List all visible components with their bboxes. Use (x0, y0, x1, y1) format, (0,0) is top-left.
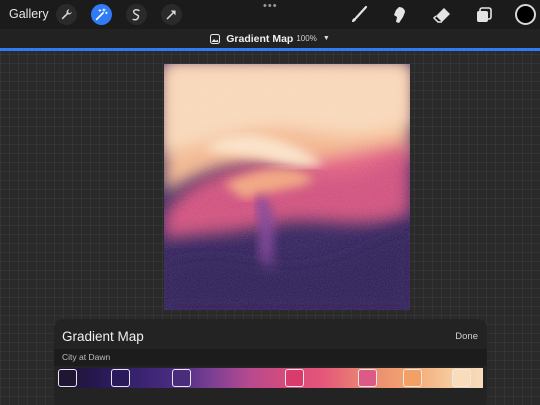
gradient-stop[interactable] (172, 369, 191, 387)
wrench-icon[interactable] (56, 4, 77, 25)
gradient-stop[interactable] (358, 369, 377, 387)
gradient-stop[interactable] (58, 369, 77, 387)
smudge-icon[interactable] (389, 4, 411, 26)
adjustment-title-bar[interactable]: Gradient Map 100% ▼ (0, 29, 540, 48)
magic-wand-icon[interactable] (91, 4, 112, 25)
selection-icon[interactable] (126, 4, 147, 25)
current-color-swatch[interactable] (515, 4, 536, 25)
preset-name: City at Dawn (62, 352, 111, 362)
adjustment-strength-bar[interactable] (0, 48, 540, 51)
more-options-dots[interactable]: ••• (263, 0, 278, 12)
gradient-stop[interactable] (111, 369, 130, 387)
image-icon (210, 33, 221, 44)
layers-icon[interactable] (473, 4, 495, 26)
canvas-artwork[interactable] (164, 64, 410, 310)
brush-icon[interactable] (348, 4, 370, 26)
eraser-icon[interactable] (431, 4, 453, 26)
chevron-down-icon: ▼ (322, 35, 330, 42)
preset-row[interactable]: City at Dawn (54, 349, 487, 366)
artwork-image (164, 64, 410, 310)
done-button[interactable]: Done (455, 331, 478, 342)
gradient-stop[interactable] (285, 369, 304, 387)
panel-title: Gradient Map (62, 329, 144, 344)
transform-arrow-icon[interactable] (161, 4, 182, 25)
gradient-stop[interactable] (452, 369, 471, 387)
adjustment-name: Gradient Map (226, 32, 294, 45)
top-toolbar: Gallery ••• (0, 0, 540, 29)
gallery-button[interactable]: Gallery (9, 7, 49, 21)
adjustment-percent: 100% (296, 34, 317, 43)
gradient-bar[interactable] (58, 368, 483, 388)
gradient-map-panel: Gradient Map Done City at Dawn (54, 319, 487, 405)
gradient-stop[interactable] (403, 369, 422, 387)
